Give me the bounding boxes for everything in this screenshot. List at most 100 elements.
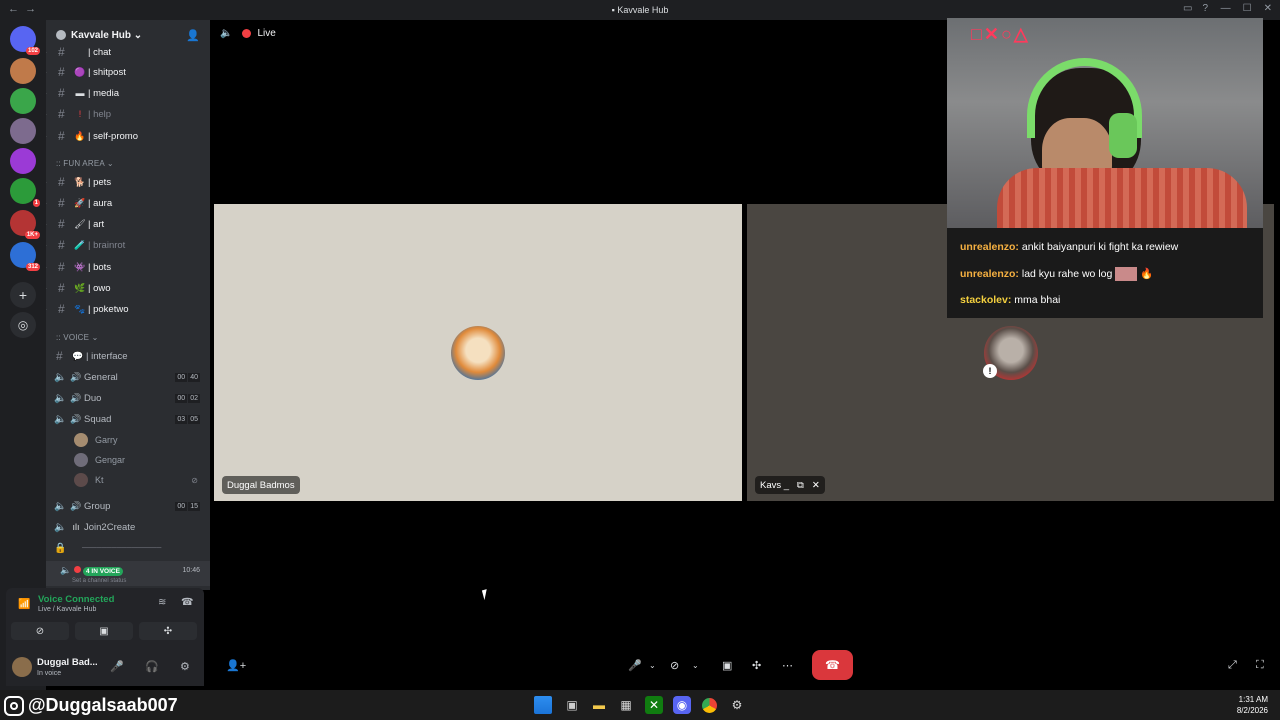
home-discord-icon[interactable]: 102 [10, 26, 40, 55]
signal-icon[interactable]: 📶 [18, 599, 30, 610]
microphone-icon[interactable]: 🎤 [628, 654, 642, 676]
discord-icon[interactable]: ◉ [673, 696, 691, 714]
voice-connected-subtitle[interactable]: Live / Kavvale Hub [38, 606, 96, 613]
server-icon[interactable] [10, 88, 36, 114]
chat-message: stackolev: mma bhai [960, 294, 1061, 306]
username[interactable]: Duggal Bad... [37, 657, 98, 668]
leave-call-button[interactable]: ☎ [812, 650, 853, 680]
popout-icon[interactable]: ⤢ [1228, 654, 1237, 676]
voice-channel-squad[interactable]: 🔈 🔊 Squad 03 05 [46, 409, 210, 429]
chevron-down-icon[interactable]: ⌄ [649, 654, 656, 676]
microphone-icon[interactable]: 🎤 [110, 660, 124, 673]
close-icon[interactable]: ✕ [812, 480, 820, 491]
channel-help[interactable]: ▶#!| help [46, 104, 210, 124]
channel-owo[interactable]: ▶#🌿| owo [46, 278, 210, 298]
voice-channel-general[interactable]: 🔈 🔊 General 00 40 [46, 367, 210, 387]
participant-name: Kavs _ ⧉ ✕ [755, 476, 825, 494]
locked-channel[interactable]: 🔒 ──────────────── [46, 538, 210, 558]
voice-channel-group[interactable]: 🔈 🔊 Group 00 15 [46, 496, 210, 516]
voice-channel-duo[interactable]: 🔈 🔊 Duo 00 02 [46, 388, 210, 408]
category-fun-area[interactable]: :: FUN AREA ⌄ [56, 159, 114, 168]
disconnect-icon[interactable]: ☎ [181, 597, 193, 608]
app-icon[interactable]: ⚙ [728, 696, 746, 714]
speaker-icon: 🔊 [70, 392, 82, 403]
activities-icon: ✣ [163, 625, 173, 637]
server-icon[interactable] [10, 148, 36, 174]
channel-sidebar: Kavvale Hub ⌄ 👤 ▶#| chat ▶#🟣| shitpost ▶… [46, 20, 210, 590]
avatar[interactable] [12, 657, 32, 677]
channel-bots[interactable]: ▶#👾| bots [46, 257, 210, 277]
voice-channel-join2create[interactable]: 🔈 ılı Join2Create [46, 517, 210, 537]
close-icon[interactable]: ✕ [1264, 3, 1272, 14]
activities-icon[interactable]: ✣ [752, 654, 761, 676]
discover-icon[interactable]: ◎ [10, 312, 36, 338]
server-icon[interactable]: 1K+ [10, 210, 40, 239]
activities-button[interactable]: ✣ [139, 622, 197, 640]
speaker-icon: 🔈 [54, 392, 67, 404]
maximize-icon[interactable]: ☐ [1243, 3, 1252, 14]
popout-icon[interactable]: ⧉ [797, 480, 804, 491]
user-panel: Duggal Bad... In voice 🎤 🎧 ⚙ [6, 648, 204, 686]
channel-interface[interactable]: # 💬 | interface [46, 346, 210, 366]
channel-media[interactable]: ▶#▬| media [46, 83, 210, 103]
chevron-down-icon[interactable]: ⌄ [692, 654, 699, 676]
screen-share-icon[interactable]: ▣ [722, 654, 732, 676]
settings-gear-icon[interactable]: ⚙ [180, 660, 190, 673]
emote-icon [1115, 266, 1138, 281]
add-member-icon[interactable]: 👤 [186, 29, 200, 42]
file-explorer-icon[interactable]: ▬ [590, 696, 608, 714]
windows-start-icon[interactable] [534, 696, 552, 714]
store-icon[interactable]: ▦ [617, 696, 635, 714]
participant-tile[interactable]: Duggal Badmos [214, 204, 742, 501]
active-voice-channel[interactable]: 🔈 4 IN VOICE 10:46 Set a channel status [46, 561, 210, 586]
category-voice[interactable]: :: VOICE ⌄ [56, 333, 99, 342]
headphones-icon[interactable]: 🎧 [145, 660, 159, 673]
channel-self-promo[interactable]: ▶#🔥| self-promo [46, 126, 210, 146]
camera-off-button[interactable]: ⊘ [11, 622, 69, 640]
channel-status[interactable]: Set a channel status [72, 578, 126, 584]
chrome-icon[interactable] [700, 696, 718, 714]
system-clock[interactable]: 1:31 AM 8/2/2026 [1237, 694, 1268, 716]
webcam-overlay: □✕○△ unrealenzo: ankit baiyanpuri ki fig… [947, 18, 1263, 318]
webcam-video: □✕○△ [947, 18, 1263, 238]
camera-off-icon: ⊘ [35, 625, 45, 637]
channel-art[interactable]: ▶#🖌| art [46, 214, 210, 234]
task-view-icon[interactable]: ▣ [563, 696, 581, 714]
hash-icon: # [58, 302, 65, 316]
server-icon[interactable]: 312 [10, 242, 40, 271]
more-options-icon[interactable]: ⋯ [782, 654, 793, 676]
avatar [74, 433, 88, 447]
screen-share-button[interactable]: ▣ [75, 622, 133, 640]
add-server-icon[interactable]: + [10, 282, 36, 308]
inbox-icon[interactable]: ▭ [1183, 3, 1192, 14]
speaker-icon: 🔈 [54, 371, 67, 383]
channel-brainrot[interactable]: ▶#🧪| brainrot [46, 235, 210, 255]
fullscreen-icon[interactable]: ⛶ [1256, 654, 1264, 676]
channel-shitpost[interactable]: ▶#🟣| shitpost [46, 62, 210, 82]
minimize-icon[interactable]: — [1221, 3, 1231, 14]
noise-suppression-icon[interactable]: ≋ [158, 597, 166, 608]
speaker-icon: 🔊 [70, 413, 82, 424]
warning-icon: ! [983, 364, 997, 378]
hash-icon: # [58, 129, 65, 143]
fire-emote-icon: 🔥 [1140, 267, 1154, 280]
server-icon [56, 30, 66, 40]
server-icon[interactable]: 1 [10, 178, 40, 207]
sound-wave-icon: ılı [72, 522, 80, 532]
invite-user-icon[interactable]: 👤+ [226, 654, 246, 676]
xbox-icon[interactable]: ✕ [645, 696, 663, 714]
channel-aura[interactable]: ▶#🚀| aura [46, 193, 210, 213]
stream-chat: unrealenzo: ankit baiyanpuri ki fight ka… [947, 228, 1263, 318]
chat-message: unrealenzo: ankit baiyanpuri ki fight ka… [960, 241, 1179, 253]
voice-user-gengar[interactable]: Gengar [74, 451, 125, 469]
channel-chat[interactable]: ▶#| chat [46, 42, 210, 62]
voice-connected-label: Voice Connected [38, 594, 115, 605]
channel-poketwo[interactable]: ▶#🐾| poketwo [46, 299, 210, 319]
server-icon[interactable] [10, 58, 36, 84]
camera-off-icon[interactable]: ⊘ [670, 654, 679, 676]
server-icon[interactable] [10, 118, 36, 144]
channel-pets[interactable]: ▶#🐕| pets [46, 172, 210, 192]
voice-user-kt[interactable]: Kt [74, 471, 104, 489]
help-icon[interactable]: ? [1202, 3, 1208, 14]
voice-user-garry[interactable]: Garry [74, 431, 118, 449]
